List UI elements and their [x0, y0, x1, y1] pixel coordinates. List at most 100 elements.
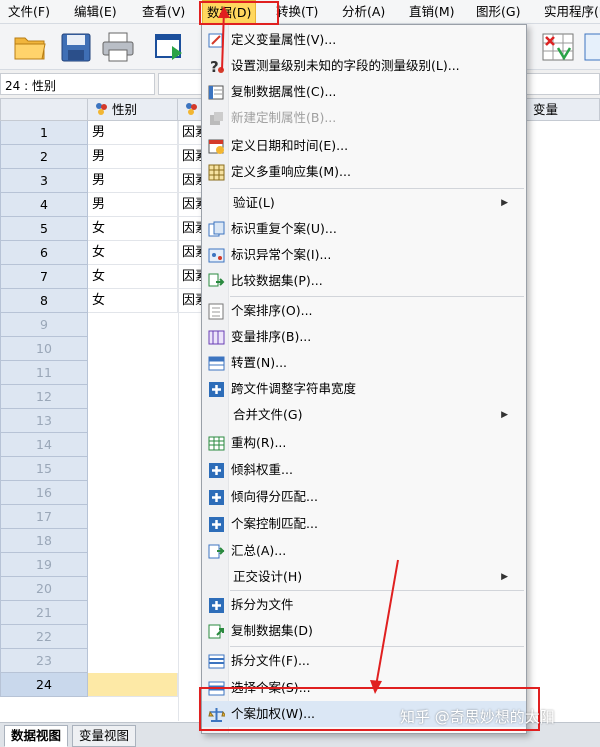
toolbar-overflow-icon[interactable] — [582, 30, 600, 64]
table-cell-factor[interactable]: 因素 — [178, 241, 202, 265]
menu-item-define-variable-properties[interactable]: 定义变量属性(V)... — [202, 27, 526, 53]
menu-item-split-into-files[interactable]: 拆分为文件 — [202, 592, 526, 618]
menu-item-case-control-matching[interactable]: 个案控制匹配... — [202, 511, 526, 537]
plus-icon — [208, 462, 225, 479]
row-header[interactable]: 19 — [0, 553, 88, 577]
menu-item-aggregate[interactable]: 汇总(A)... — [202, 538, 526, 564]
menu-view[interactable]: 查看(V) — [138, 0, 189, 24]
table-cell-factor[interactable]: 因素 — [178, 217, 202, 241]
menu-item-new-custom-attribute: 新建定制属性(B)... — [202, 105, 526, 131]
annotation-box-menu — [199, 1, 279, 25]
copy-props-icon — [208, 84, 225, 101]
row-header[interactable]: 8 — [0, 289, 88, 313]
menu-separator — [230, 188, 524, 189]
recall-dialog-icon[interactable] — [152, 30, 188, 64]
row-header[interactable]: 18 — [0, 529, 88, 553]
table-cell-factor[interactable]: 因素 — [178, 265, 202, 289]
column-header-sex[interactable]: 性别 — [88, 98, 178, 121]
table-cell-sex[interactable]: 男 — [88, 145, 178, 169]
row-header[interactable]: 10 — [0, 337, 88, 361]
open-folder-icon[interactable] — [12, 30, 48, 64]
menu-item-copy-data-properties[interactable]: 复制数据属性(C)... — [202, 79, 526, 105]
row-header[interactable]: 3 — [0, 169, 88, 193]
menu-item-identify-unusual-cases[interactable]: 标识异常个案(I)... — [202, 242, 526, 268]
column-label: 性别 — [111, 102, 137, 117]
grid-icon — [208, 164, 225, 181]
row-header[interactable]: 1 — [0, 121, 88, 145]
row-header[interactable]: 20 — [0, 577, 88, 601]
table-cell-sex[interactable]: 女 — [88, 217, 178, 241]
menu-item-sort-cases[interactable]: 个案排序(O)... — [202, 298, 526, 324]
menu-item-sort-variables[interactable]: 变量排序(B)... — [202, 324, 526, 350]
variables-icon[interactable] — [540, 30, 576, 64]
menu-utilities[interactable]: 实用程序(U) — [540, 0, 600, 24]
table-cell-factor[interactable]: 因素 — [178, 121, 202, 145]
menu-item-propensity-score-matching[interactable]: 倾向得分匹配... — [202, 484, 526, 510]
cell-reference-field[interactable]: 24 : 性别 — [0, 73, 155, 95]
table-cell-sex[interactable]: 男 — [88, 169, 178, 193]
menu-item-adjust-string-widths[interactable]: 跨文件调整字符串宽度 — [202, 376, 526, 402]
column-header-factor[interactable] — [178, 98, 202, 121]
menu-direct-marketing[interactable]: 直销(M) — [405, 0, 459, 24]
row-header[interactable]: 15 — [0, 457, 88, 481]
row-header[interactable]: 23 — [0, 649, 88, 673]
row-header[interactable]: 14 — [0, 433, 88, 457]
menu-item-copy-dataset[interactable]: 复制数据集(D) — [202, 618, 526, 644]
menu-item-merge-files[interactable]: 合并文件(G) ▶ — [202, 402, 526, 428]
menu-item-orthogonal-design[interactable]: 正交设计(H) ▶ — [202, 564, 526, 590]
row-header[interactable]: 17 — [0, 505, 88, 529]
row-header[interactable]: 11 — [0, 361, 88, 385]
menu-item-set-measurement-level[interactable]: ? 设置测量级别未知的字段的测量级别(L)... — [202, 53, 526, 79]
row-header[interactable]: 13 — [0, 409, 88, 433]
menu-file[interactable]: 文件(F) — [4, 0, 54, 24]
menu-separator — [230, 296, 524, 297]
menu-item-validation[interactable]: 验证(L) ▶ — [202, 190, 526, 216]
menu-item-identify-duplicate-cases[interactable]: 标识重复个案(U)... — [202, 216, 526, 242]
restructure-icon — [208, 435, 225, 452]
column-header-var[interactable]: 变量 — [527, 98, 600, 121]
sort-vars-icon — [208, 329, 225, 346]
data-menu-dropdown: 定义变量属性(V)... ? 设置测量级别未知的字段的测量级别(L)... 复制… — [201, 24, 527, 734]
table-cell-factor[interactable]: 因素 — [178, 289, 202, 313]
row-header[interactable]: 21 — [0, 601, 88, 625]
row-header[interactable]: 22 — [0, 625, 88, 649]
selected-cell[interactable] — [88, 673, 178, 697]
row-header[interactable]: 7 — [0, 265, 88, 289]
table-cell-sex[interactable]: 女 — [88, 289, 178, 313]
table-cell-sex[interactable]: 女 — [88, 241, 178, 265]
table-cell-factor[interactable]: 因素 — [178, 145, 202, 169]
table-cell-sex[interactable]: 女 — [88, 265, 178, 289]
menu-item-restructure[interactable]: 重构(R)... — [202, 430, 526, 456]
table-cell-factor[interactable]: 因素 — [178, 169, 202, 193]
row-header[interactable]: 9 — [0, 313, 88, 337]
table-cell-factor[interactable]: 因素 — [178, 193, 202, 217]
menu-item-define-multiple-response[interactable]: 定义多重响应集(M)... — [202, 159, 526, 185]
row-header-selected[interactable]: 24 — [0, 673, 88, 697]
row-header[interactable]: 16 — [0, 481, 88, 505]
question-icon: ? — [208, 58, 225, 76]
row-header[interactable]: 5 — [0, 217, 88, 241]
menu-item-compare-datasets[interactable]: 比较数据集(P)... — [202, 268, 526, 294]
table-cell-sex[interactable]: 男 — [88, 193, 178, 217]
table-cell-sex[interactable]: 男 — [88, 121, 178, 145]
menu-graphs[interactable]: 图形(G) — [472, 0, 524, 24]
menu-item-define-date-time[interactable]: 定义日期和时间(E)... — [202, 133, 526, 159]
save-icon[interactable] — [58, 30, 94, 64]
grid-corner[interactable] — [0, 98, 88, 121]
menu-transform[interactable]: 转换(T) — [272, 0, 322, 24]
tab-data-view[interactable]: 数据视图 — [4, 725, 69, 747]
tab-variable-view[interactable]: 变量视图 — [72, 725, 137, 747]
row-header[interactable]: 4 — [0, 193, 88, 217]
menu-item-split-file[interactable]: 拆分文件(F)... — [202, 648, 526, 674]
menu-item-transpose[interactable]: 转置(N)... — [202, 350, 526, 376]
submenu-arrow-icon: ▶ — [501, 410, 508, 420]
row-header[interactable]: 6 — [0, 241, 88, 265]
menu-analyze[interactable]: 分析(A) — [338, 0, 389, 24]
custom-attr-icon — [208, 110, 225, 127]
compare-icon — [208, 273, 225, 290]
menu-edit[interactable]: 编辑(E) — [70, 0, 121, 24]
menu-item-rake-weights[interactable]: 倾斜权重... — [202, 457, 526, 483]
row-header[interactable]: 2 — [0, 145, 88, 169]
row-header[interactable]: 12 — [0, 385, 88, 409]
print-icon[interactable] — [100, 30, 136, 64]
